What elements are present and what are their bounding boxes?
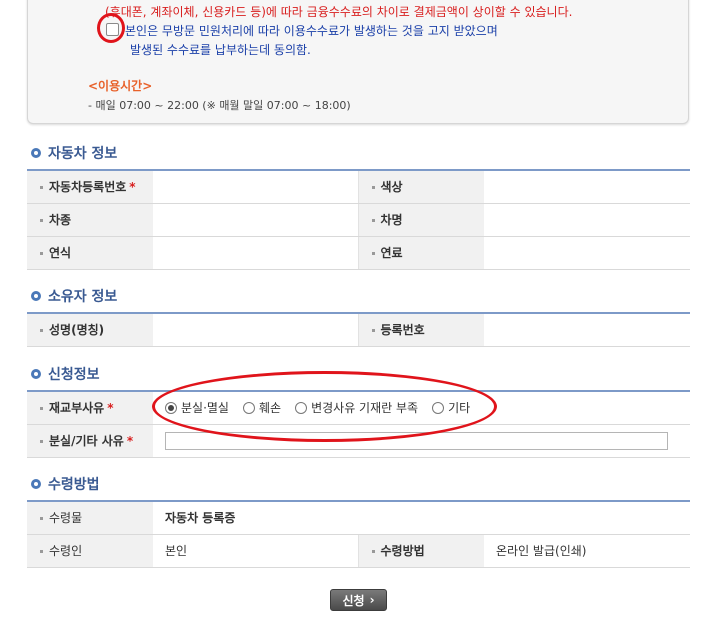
chevron-right-icon: › — [369, 593, 375, 607]
reg-no-label-cell: 자동차등록번호 * — [27, 170, 153, 204]
vehicle-info-table: 자동차등록번호 * 색상 차종 차명 연식 연료 — [27, 169, 690, 270]
fee-agree-label-line2: 발생된 수수료를 납부하는데 동의함. — [130, 43, 311, 57]
color-label: 색상 — [380, 180, 403, 195]
receiver-value: 본인 — [153, 534, 359, 568]
owner-name-label-cell: 성명(명칭) — [27, 313, 153, 347]
application-section-title-text: 신청정보 — [48, 367, 100, 383]
other-reason-label: 분실/기타 사유 — [49, 434, 124, 448]
required-mark: * — [126, 434, 134, 448]
bullet-dot-icon — [371, 550, 375, 553]
type-label-cell: 차종 — [27, 203, 153, 237]
fuel-value — [484, 236, 690, 270]
car-name-value — [484, 203, 690, 237]
color-value — [484, 170, 690, 204]
annotation-circle-checkbox — [97, 13, 125, 43]
owner-info-table: 성명(명칭) 등록번호 — [27, 312, 690, 347]
section-bullet-icon — [31, 479, 41, 489]
fee-notice-text: (휴대폰, 계좌이체, 신용카드 등)에 따라 금융수수료의 차이로 결제금액이… — [105, 5, 573, 19]
submit-button-label: 신청 — [342, 593, 365, 608]
color-label-cell: 색상 — [357, 170, 484, 204]
vehicle-section-title-text: 자동차 정보 — [48, 146, 118, 162]
reason-label: 재교부사유 — [49, 401, 105, 416]
application-section-title: 신청정보 — [31, 364, 100, 384]
bullet-dot-icon — [371, 219, 375, 222]
year-value — [153, 236, 359, 270]
bullet-dot-icon — [371, 329, 375, 333]
car-name-label: 차명 — [380, 213, 403, 227]
bullet-dot-icon — [371, 252, 375, 255]
receipt-section-title: 수령방법 — [31, 474, 100, 494]
year-label: 연식 — [49, 246, 72, 260]
type-value — [153, 203, 359, 237]
required-mark: * — [107, 401, 114, 416]
receipt-section-title-text: 수령방법 — [48, 477, 100, 493]
hours-title: <이용시간> — [88, 79, 153, 93]
fee-notice-box: (휴대폰, 계좌이체, 신용카드 등)에 따라 금융수수료의 차이로 결제금액이… — [27, 0, 689, 124]
name-label-cell: 차명 — [357, 203, 484, 237]
bullet-dot-icon — [40, 252, 43, 255]
bullet-dot-icon — [40, 186, 43, 190]
owner-section-title-text: 소유자 정보 — [48, 289, 118, 305]
fee-agree-label-line1: 본인은 무방문 민원처리에 따라 이용수수료가 발생하는 것을 고지 받았으며 — [125, 24, 498, 38]
owner-section-title: 소유자 정보 — [31, 286, 117, 306]
owner-reg-no-label: 등록번호 — [380, 323, 425, 338]
receipt-info-table: 수령물 자동차 등록증 수령인 본인 수령방법 온라인 발급(인쇄) — [27, 500, 690, 568]
required-mark: * — [129, 180, 136, 195]
section-bullet-icon — [31, 291, 41, 301]
type-label: 차종 — [49, 213, 72, 227]
item-label-cell: 수령물 — [27, 501, 153, 535]
bullet-dot-icon — [40, 440, 43, 443]
bullet-dot-icon — [40, 550, 43, 553]
hours-text: - 매일 07:00 ~ 22:00 (※ 매월 말일 07:00 ~ 18:0… — [88, 99, 351, 112]
method-label-cell: 수령방법 — [357, 534, 484, 568]
method-label: 수령방법 — [380, 544, 425, 558]
annotation-circle-reason — [152, 371, 497, 442]
method-value: 온라인 발급(인쇄) — [484, 534, 690, 568]
item-label: 수령물 — [49, 511, 83, 526]
owner-name-label: 성명(명칭) — [49, 323, 105, 338]
other-reason-label-cell: 분실/기타 사유 * — [27, 424, 153, 458]
item-value: 자동차 등록증 — [153, 501, 690, 535]
vehicle-section-title: 자동차 정보 — [31, 143, 117, 163]
section-bullet-icon — [31, 148, 41, 158]
fuel-label-cell: 연료 — [357, 236, 484, 270]
section-bullet-icon — [31, 369, 41, 379]
receiver-label: 수령인 — [49, 544, 83, 558]
bullet-dot-icon — [40, 329, 43, 333]
reg-no-label: 자동차등록번호 — [49, 180, 127, 195]
submit-button[interactable]: 신청 › — [330, 589, 387, 611]
reg-no-value — [153, 170, 359, 204]
reason-label-cell: 재교부사유 * — [27, 391, 153, 425]
owner-name-value — [153, 313, 359, 347]
year-label-cell: 연식 — [27, 236, 153, 270]
bullet-dot-icon — [40, 517, 43, 521]
owner-reg-no-value — [484, 313, 690, 347]
bullet-dot-icon — [371, 186, 375, 190]
receiver-label-cell: 수령인 — [27, 534, 153, 568]
bullet-dot-icon — [40, 407, 43, 411]
owner-reg-label-cell: 등록번호 — [357, 313, 484, 347]
fuel-label: 연료 — [380, 246, 403, 260]
bullet-dot-icon — [40, 219, 43, 222]
